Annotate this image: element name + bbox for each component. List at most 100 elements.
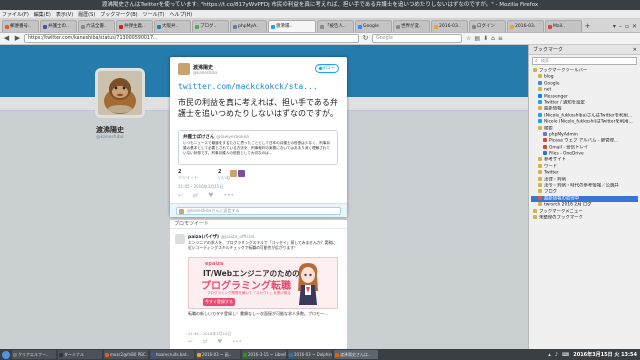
menu-help[interactable]: ヘルプ(H) [170,11,193,18]
promoted-heading: プロモツイート [174,221,210,227]
clock[interactable]: 2016年3月15日 火 13:54 [573,351,637,358]
bookmark-label: net [544,87,552,93]
download-icon[interactable]: ⬇ [483,35,488,42]
bookmark-folder-icon [538,99,542,104]
menu-file[interactable]: ファイル(F) [2,11,29,18]
bookmark-folder-icon [538,157,542,162]
window-close-icon[interactable]: ✕ [632,23,637,30]
bookmark-label: (Nicole_fukkoshiba)さんはTwitterを利用... [544,113,633,119]
ad-register-button[interactable]: 今すぐ登録する [203,298,235,306]
bookmark-folder-icon [538,170,542,175]
reply-icon[interactable]: ↩ [178,192,183,199]
retweet-icon[interactable]: ⇄ [193,192,198,199]
tweet-author-handle: @kaneshiba [193,70,218,75]
tweet-text: 市民の利益を真に考えれば、担い手である弁護士を追いつめたりしないはずなのですが。 [178,98,338,118]
like-heart-icon[interactable]: ♥ [217,339,222,345]
search-bar[interactable]: Google [372,34,462,43]
follow-button[interactable]: フォロー [315,64,339,73]
tab[interactable]: 弁護士の.. [40,20,77,32]
tweet-stats: 2 リツイート 2 いいね [178,169,230,181]
tab-active[interactable]: 渡沸陽.. [268,20,316,32]
ad-brand-logo: epaiza [205,261,224,267]
page-content: 渡沸陽史 @kaneshiba 渡沸陽史 @kaneshiba フォロー twi… [0,45,528,349]
liker-avatars [230,170,245,177]
bookmark-folder-icon [538,202,542,207]
taskbar-item[interactable]: 渡沸陽史さんは.. [334,350,378,359]
bookmark-label: 法令・判例・時代の参考情報／公選弁 [544,183,619,189]
quoted-author-handle: @lawyerbokeh [216,135,250,140]
hamburger-menu-icon[interactable]: ≡ [498,35,503,42]
tab-list: 郵便番号.. 弁護士の.. 六法全書.. 弁弾主義.. 大阪弁.. ブログ.. phpMyA… [2,20,582,32]
bookmark-label: Gmail - 受信トレイ [549,145,589,151]
quoted-tweet[interactable]: 弁護士ぼけさん @lawyerbokeh いつもニュースで報道をするたびに思った… [178,130,338,165]
tab[interactable]: ログイン [469,20,506,32]
tab[interactable]: 「被告人.. [317,20,354,32]
taskbar-item[interactable]: 2016-03 ~ 画.. [196,350,240,359]
sidebar-search-input[interactable]: 検索 [532,57,637,65]
tab[interactable]: 六法全書.. [78,20,115,32]
reload-icon[interactable]: ↻ [361,34,370,43]
taskbar: クリアエルフー.. ターミナル mozc2@fnB0 PBC.. hoarecruit… [0,349,640,360]
keyboard-icon[interactable]: ⌨ [562,352,569,358]
tab[interactable]: ブログ.. [192,20,229,32]
home-icon[interactable]: ⌂ [491,35,495,42]
bookmark-folder-icon [538,74,542,79]
more-icon[interactable]: ••• [232,339,242,345]
tab[interactable]: 郵便番号.. [2,20,39,32]
taskbar-item[interactable]: クリアエルフー.. [12,350,56,359]
menu-history[interactable]: 履歴(S) [78,11,95,18]
retweet-count-label: リツイート [178,175,198,180]
tweet-author-avatar[interactable] [178,63,190,75]
sidebar-title[interactable]: ブックマーク [533,45,563,54]
promoted-avatar[interactable] [175,234,185,244]
tab[interactable]: Google [355,20,392,32]
tweet-link[interactable]: twitter.com/mackckokck/sta... [178,82,318,91]
retweet-count[interactable]: 2 リツイート [178,169,198,181]
start-menu-icon[interactable] [2,350,10,359]
bookmark-folder-icon [543,151,547,156]
like-count[interactable]: 2 いいね [218,169,230,181]
menu-edit[interactable]: 編集(E) [34,11,51,18]
tab[interactable]: 大阪弁.. [154,20,191,32]
bookmark-folder-icon [538,163,542,168]
bookmarks-menu-icon[interactable]: ▤ [474,35,480,42]
menu-tools[interactable]: ツール(T) [143,11,165,18]
list-all-tabs-icon[interactable]: ▾ [613,23,616,30]
close-icon[interactable]: ✕ [633,45,637,54]
tab[interactable]: 世界が変.. [393,20,430,32]
like-heart-icon[interactable]: ♥ [208,192,213,199]
reply-input[interactable]: @kaneshibaさんに返信する [176,207,341,215]
bookmark-star-icon[interactable]: ☆ [466,35,471,42]
back-button[interactable]: ◀ [2,34,11,43]
tab[interactable]: 2016-03.. [431,20,468,32]
bookmark-folder-icon [538,176,542,181]
url-bar[interactable]: https://twitter.com/kaneshiba/status/713… [24,34,359,43]
window-minimize-icon[interactable]: – [619,23,622,30]
taskbar-item[interactable]: 2016-03 ~ Dolphin [288,350,332,359]
bookmark-label: ブログ [544,189,558,195]
more-icon[interactable]: ••• [223,192,234,199]
promoted-ad-image[interactable]: epaiza IT/Webエンジニアのための プログラミング転職 プログラミング… [188,257,338,309]
bookmark-label: Google [544,81,560,87]
taskbar-item[interactable]: ターミナル [58,350,102,359]
taskbar-item[interactable]: mozc2@fnB0 PBC.. [104,350,148,359]
forward-button[interactable]: ▶ [13,34,22,43]
bookmark-folder-icon [543,144,547,149]
window-maximize-icon[interactable]: ▫ [625,23,629,30]
menu-bookmarks[interactable]: ブックマーク(B) [100,11,137,18]
new-tab-button[interactable]: + [583,22,592,32]
taskbar-item[interactable]: 2016-3-15 ~ LibrePo.. [242,350,286,359]
tab[interactable]: Mail.. [545,20,582,32]
liker-avatar[interactable] [230,170,237,177]
reply-icon[interactable]: ↩ [188,339,193,345]
tab[interactable]: phpMyA.. [230,20,267,32]
network-icon[interactable]: ▴ [548,352,551,358]
volume-icon[interactable]: ♪ [555,352,558,358]
bookmark-item[interactable]: 未整理のブックマーク [531,214,638,221]
tab[interactable]: 2016-03.. [507,20,544,32]
menu-view[interactable]: 表示(V) [56,11,73,18]
retweet-icon[interactable]: ⇄ [203,339,208,345]
liker-avatar[interactable] [238,170,245,177]
taskbar-item[interactable]: hoarecruits.bat.. [150,350,194,359]
tab[interactable]: 弁弾主義.. [116,20,153,32]
